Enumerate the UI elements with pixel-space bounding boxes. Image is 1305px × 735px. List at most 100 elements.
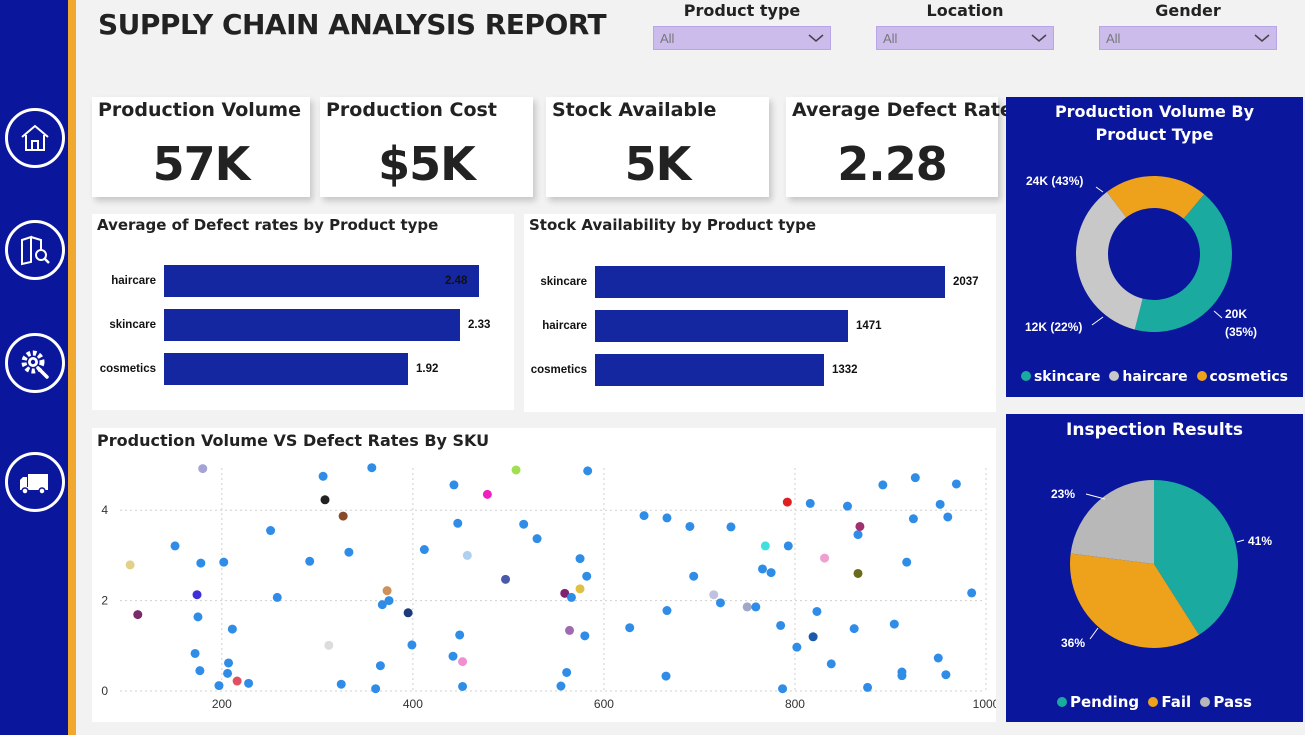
scatter-point[interactable] bbox=[935, 499, 945, 509]
scatter-point[interactable] bbox=[849, 624, 859, 634]
legend-item[interactable]: Pending bbox=[1057, 693, 1139, 711]
scatter-point[interactable] bbox=[726, 522, 736, 532]
scatter-point[interactable] bbox=[662, 606, 672, 616]
scatter-point[interactable] bbox=[662, 513, 672, 523]
scatter-point[interactable] bbox=[449, 480, 459, 490]
bar[interactable] bbox=[164, 265, 479, 297]
filter-dropdown[interactable]: All bbox=[876, 26, 1054, 50]
legend-item[interactable]: haircare bbox=[1109, 369, 1188, 385]
scatter-point[interactable] bbox=[455, 630, 465, 640]
legend-item[interactable]: Pass bbox=[1200, 693, 1252, 711]
scatter-point[interactable] bbox=[766, 568, 776, 578]
bar[interactable] bbox=[595, 266, 945, 298]
scatter-point[interactable] bbox=[580, 631, 590, 641]
scatter-point[interactable] bbox=[375, 661, 385, 671]
scatter-point[interactable] bbox=[933, 653, 943, 663]
nav-home-button[interactable] bbox=[5, 108, 65, 168]
scatter-point[interactable] bbox=[709, 590, 719, 600]
scatter-point[interactable] bbox=[195, 666, 205, 676]
scatter-point[interactable] bbox=[305, 556, 315, 566]
scatter-point[interactable] bbox=[224, 658, 234, 668]
scatter-point[interactable] bbox=[519, 519, 529, 529]
scatter-point[interactable] bbox=[227, 624, 237, 634]
scatter-point[interactable] bbox=[782, 497, 792, 507]
scatter-point[interactable] bbox=[566, 592, 576, 602]
scatter-point[interactable] bbox=[826, 659, 836, 669]
scatter-point[interactable] bbox=[371, 684, 381, 694]
bar[interactable] bbox=[595, 354, 824, 386]
scatter-point[interactable] bbox=[318, 471, 328, 481]
scatter-point[interactable] bbox=[715, 598, 725, 608]
scatter-point[interactable] bbox=[192, 590, 202, 600]
scatter-point[interactable] bbox=[453, 518, 463, 528]
scatter-point[interactable] bbox=[897, 671, 907, 681]
scatter-point[interactable] bbox=[170, 541, 180, 551]
scatter-point[interactable] bbox=[943, 512, 953, 522]
scatter-point[interactable] bbox=[812, 606, 822, 616]
scatter-point[interactable] bbox=[223, 668, 233, 678]
scatter-point[interactable] bbox=[575, 584, 585, 594]
scatter-point[interactable] bbox=[908, 514, 918, 524]
scatter-point[interactable] bbox=[562, 667, 572, 677]
scatter-point[interactable] bbox=[324, 640, 334, 650]
scatter-point[interactable] bbox=[198, 464, 208, 474]
scatter-point[interactable] bbox=[448, 651, 458, 661]
nav-settings-button[interactable] bbox=[5, 333, 65, 393]
nav-search-button[interactable] bbox=[5, 220, 65, 280]
scatter-point[interactable] bbox=[625, 623, 635, 633]
scatter-point[interactable] bbox=[853, 568, 863, 578]
scatter-point[interactable] bbox=[462, 550, 472, 560]
legend-item[interactable]: cosmetics bbox=[1196, 369, 1288, 385]
scatter-point[interactable] bbox=[808, 632, 818, 642]
scatter-point[interactable] bbox=[639, 511, 649, 521]
scatter-point[interactable] bbox=[458, 657, 468, 667]
scatter-point[interactable] bbox=[190, 648, 200, 658]
nav-logistics-button[interactable] bbox=[5, 452, 65, 512]
scatter-point[interactable] bbox=[902, 557, 912, 567]
scatter-point[interactable] bbox=[878, 480, 888, 490]
scatter-point[interactable] bbox=[244, 678, 254, 688]
scatter-point[interactable] bbox=[482, 489, 492, 499]
filter-dropdown[interactable]: All bbox=[1099, 26, 1277, 50]
scatter-point[interactable] bbox=[582, 571, 592, 581]
scatter-point[interactable] bbox=[272, 592, 282, 602]
scatter-point[interactable] bbox=[419, 545, 429, 555]
scatter-point[interactable] bbox=[193, 612, 203, 622]
scatter-point[interactable] bbox=[556, 681, 566, 691]
scatter-point[interactable] bbox=[219, 557, 229, 567]
scatter-point[interactable] bbox=[583, 466, 593, 476]
scatter-point[interactable] bbox=[575, 554, 585, 564]
scatter-point[interactable] bbox=[778, 684, 788, 694]
scatter-point[interactable] bbox=[863, 682, 873, 692]
bar[interactable] bbox=[595, 310, 848, 342]
legend-item[interactable]: Fail bbox=[1148, 693, 1191, 711]
scatter-point[interactable] bbox=[661, 671, 671, 681]
scatter-point[interactable] bbox=[783, 541, 793, 551]
scatter-point[interactable] bbox=[384, 596, 394, 606]
scatter-point[interactable] bbox=[196, 558, 206, 568]
scatter-point[interactable] bbox=[133, 610, 143, 620]
scatter-point[interactable] bbox=[757, 564, 767, 574]
scatter-point[interactable] bbox=[511, 465, 521, 475]
scatter-point[interactable] bbox=[125, 560, 135, 570]
scatter-point[interactable] bbox=[842, 501, 852, 511]
scatter-point[interactable] bbox=[941, 670, 951, 680]
scatter-point[interactable] bbox=[889, 619, 899, 629]
scatter-point[interactable] bbox=[820, 553, 830, 563]
scatter-point[interactable] bbox=[532, 534, 542, 544]
scatter-point[interactable] bbox=[751, 602, 761, 612]
bar[interactable] bbox=[164, 309, 460, 341]
scatter-point[interactable] bbox=[792, 642, 802, 652]
scatter-point[interactable] bbox=[403, 608, 413, 618]
legend-item[interactable]: skincare bbox=[1020, 369, 1101, 385]
scatter-point[interactable] bbox=[501, 574, 511, 584]
scatter-point[interactable] bbox=[338, 511, 348, 521]
scatter-point[interactable] bbox=[951, 479, 961, 489]
scatter-point[interactable] bbox=[232, 676, 242, 686]
scatter-point[interactable] bbox=[685, 521, 695, 531]
scatter-point[interactable] bbox=[266, 526, 276, 536]
scatter-point[interactable] bbox=[344, 547, 354, 557]
scatter-point[interactable] bbox=[855, 521, 865, 531]
scatter-point[interactable] bbox=[320, 495, 330, 505]
scatter-point[interactable] bbox=[805, 498, 815, 508]
